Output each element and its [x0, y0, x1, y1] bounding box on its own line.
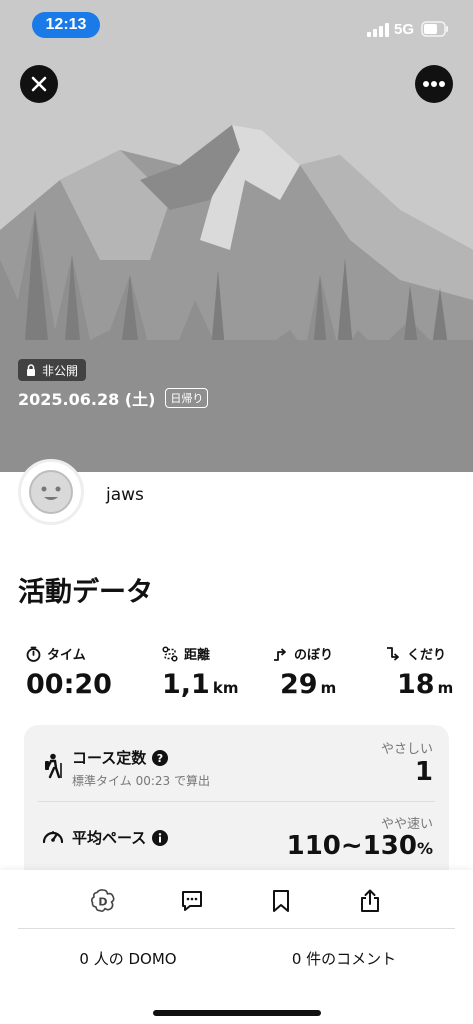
route-icon — [162, 645, 178, 662]
more-icon — [423, 81, 445, 87]
stat-unit: m — [320, 679, 337, 697]
share-icon — [361, 889, 379, 912]
course-constant-subtitle: 標準タイム 00:23 で算出 — [72, 774, 210, 788]
help-icon[interactable]: ? — [152, 749, 169, 766]
hero-image: 非公開 2025.06.28 (土) 日帰り — [0, 0, 473, 472]
comment-icon — [182, 891, 202, 911]
hiker-icon — [45, 753, 62, 779]
course-constant-value: 1 — [414, 757, 433, 787]
bottom-divider — [18, 928, 455, 929]
stat-time: タイム 00:20 — [26, 644, 112, 700]
course-level-label: やさしい — [380, 742, 433, 757]
comment-button[interactable] — [177, 886, 207, 916]
share-button[interactable] — [355, 886, 385, 916]
stat-value: 1,1 — [162, 669, 210, 700]
more-options-button[interactable] — [415, 65, 453, 103]
network-type: 5G — [394, 21, 415, 38]
svg-text:?: ? — [157, 752, 163, 765]
card-divider — [38, 801, 435, 802]
stat-value: 29 — [280, 669, 318, 700]
avatar[interactable] — [18, 459, 84, 525]
stat-label: のぼり — [294, 648, 334, 663]
stats-row: タイム 00:20 距離 1,1 km のぼり 29 m くだり 18 m — [0, 644, 473, 714]
close-icon — [31, 76, 47, 92]
activity-detail-card: コース定数 ? 標準タイム 00:23 で算出 やさしい 1 平均ペース やや速… — [24, 725, 449, 885]
comment-count[interactable]: 0 件のコメント — [244, 948, 444, 969]
bookmark-button[interactable] — [266, 886, 296, 916]
stat-label: タイム — [47, 648, 86, 663]
activity-date: 2025.06.28 (土) — [18, 390, 156, 409]
stat-unit: km — [212, 679, 239, 697]
smiley-face-icon — [29, 470, 73, 514]
lock-icon — [27, 364, 35, 376]
average-pace-value: 110~130 — [286, 831, 417, 861]
domo-button[interactable]: D — [88, 886, 118, 916]
ascent-icon — [274, 647, 286, 661]
stat-label: くだり — [407, 648, 447, 663]
activity-date-row: 2025.06.28 (土) 日帰り — [18, 386, 209, 410]
status-time: 12:13 — [32, 12, 100, 38]
pace-level-label: やや速い — [380, 817, 433, 832]
trip-type-badge: 日帰り — [165, 388, 209, 408]
course-constant-title: コース定数 — [72, 749, 147, 767]
status-bar: 12:13 5G — [0, 0, 473, 52]
stat-unit: m — [437, 679, 454, 697]
stat-value: 18 — [397, 669, 435, 700]
home-indicator[interactable] — [153, 1010, 321, 1016]
bottom-action-bar: D 0 人の DOMO 0 件のコメント — [0, 870, 473, 1024]
descent-icon — [387, 646, 399, 661]
domo-count[interactable]: 0 人の DOMO — [28, 948, 228, 969]
speedometer-icon — [42, 831, 64, 844]
bookmark-icon — [273, 890, 289, 912]
info-icon[interactable] — [152, 829, 169, 846]
username[interactable]: jaws — [106, 485, 144, 505]
svg-text:D: D — [98, 896, 107, 909]
average-pace-unit: % — [416, 839, 433, 858]
privacy-label: 非公開 — [42, 363, 79, 378]
section-title: 活動データ — [18, 577, 153, 608]
stat-ascent: のぼり 29 m — [272, 644, 336, 700]
privacy-badge: 非公開 — [18, 359, 87, 381]
signal-icon — [367, 23, 389, 37]
stat-value: 00:20 — [26, 669, 112, 700]
average-pace-title: 平均ペース — [72, 829, 147, 847]
close-button[interactable] — [20, 65, 58, 103]
stat-distance: 距離 1,1 km — [162, 644, 238, 700]
battery-icon — [421, 21, 448, 37]
domo-flower-icon: D — [90, 889, 115, 912]
stat-label: 距離 — [184, 648, 211, 663]
stat-descent: くだり 18 m — [385, 644, 453, 700]
stopwatch-icon — [26, 646, 41, 662]
